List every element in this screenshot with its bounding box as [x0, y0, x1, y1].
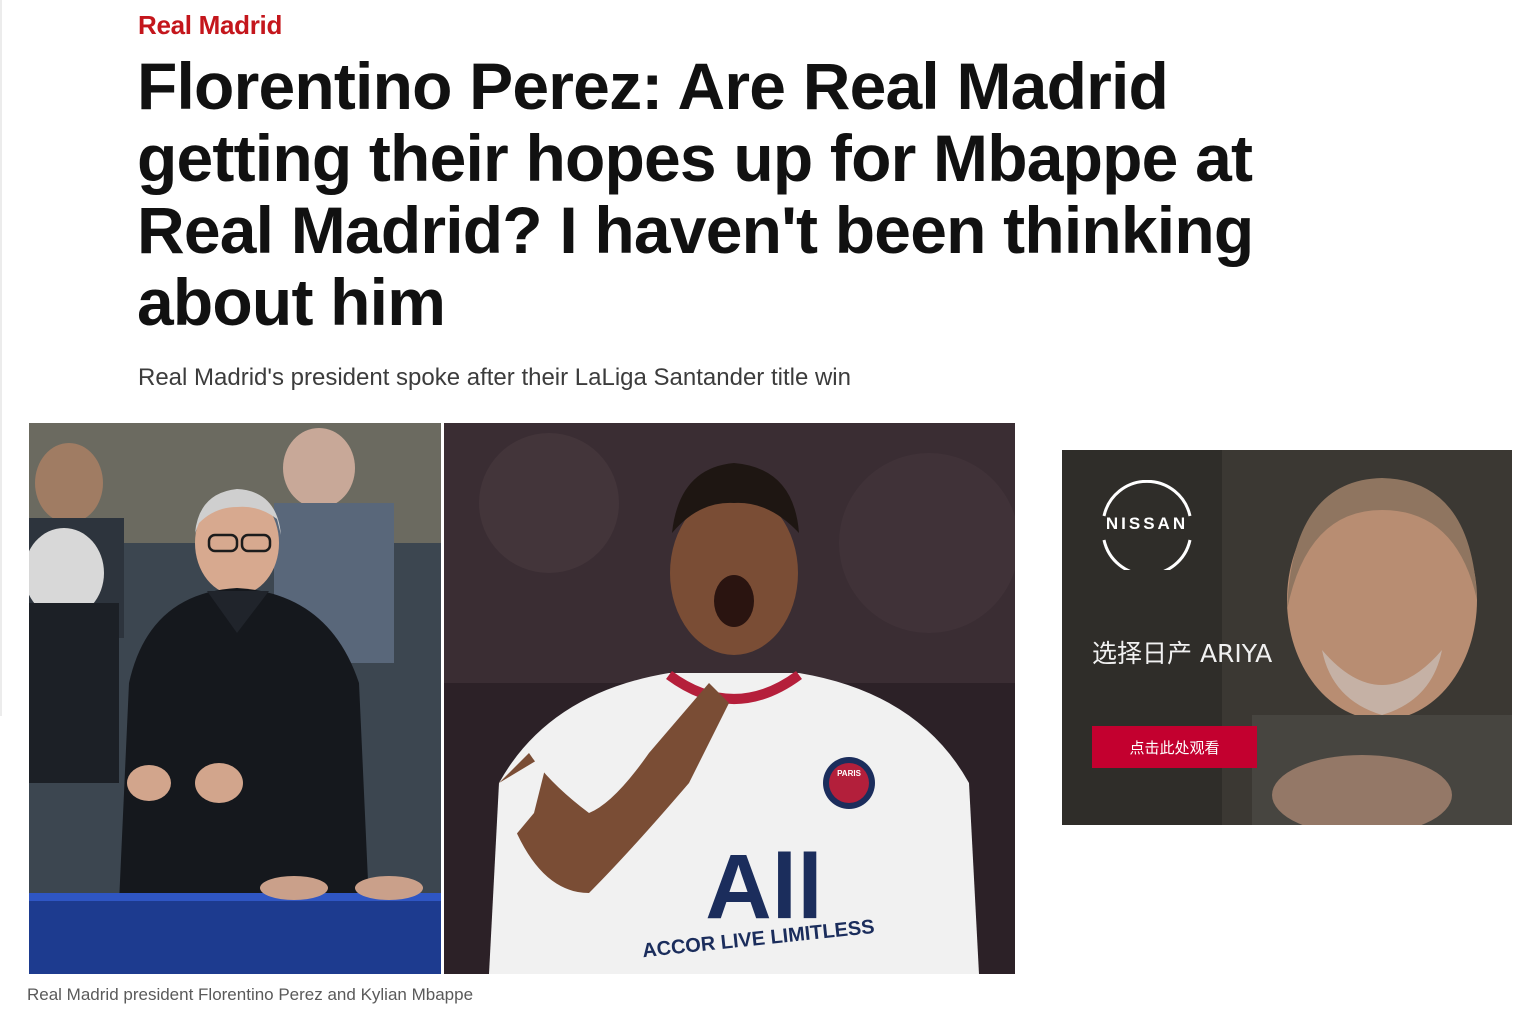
article-subheadline: Real Madrid's president spoke after thei…	[138, 364, 851, 391]
article-headline: Florentino Perez: Are Real Madrid gettin…	[137, 49, 1254, 339]
mbappe-photo: PARIS All ACCOR LIVE LIMITLESS	[444, 423, 1015, 974]
ad-tagline: 选择日产 ARIYA	[1092, 639, 1273, 668]
article-page: Real Madrid Florentino Perez: Are Real M…	[0, 0, 1535, 1023]
image-caption: Real Madrid president Florentino Perez a…	[27, 985, 474, 1004]
page-divider	[0, 0, 2, 716]
psg-badge-text: PARIS	[837, 769, 862, 778]
ad-watch-button[interactable]: 点击此处观看	[1092, 726, 1257, 768]
perez-photo	[29, 423, 441, 974]
ad-brand-name: NISSAN	[1105, 514, 1189, 533]
article-hero-image: PARIS All ACCOR LIVE LIMITLESS	[29, 423, 1015, 974]
nissan-ad[interactable]: NISSAN 选择日产 ARIYA 点击此处观看	[1062, 450, 1512, 825]
section-link[interactable]: Real Madrid	[138, 10, 282, 41]
